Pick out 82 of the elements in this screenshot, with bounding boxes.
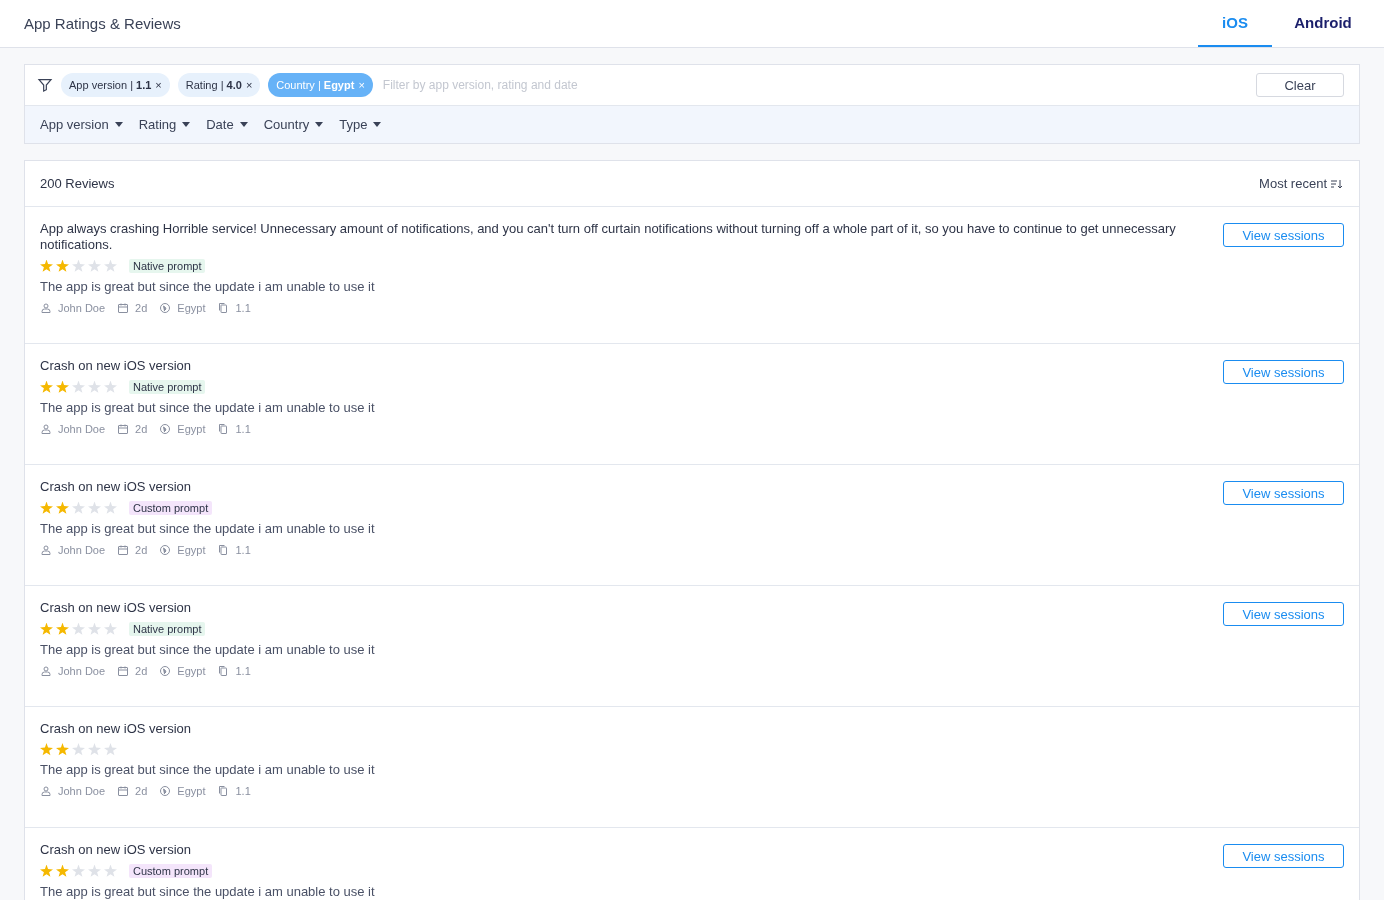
country-name: Egypt	[177, 544, 206, 556]
user-icon	[40, 544, 52, 556]
app-version: 1.1	[235, 544, 251, 556]
filter-dropdown[interactable]: Type	[339, 117, 382, 132]
caret-icon	[315, 122, 324, 127]
view-sessions-button[interactable]: View sessions	[1223, 602, 1344, 626]
user-icon	[40, 302, 52, 314]
review-title: Crash on new iOS version	[40, 842, 192, 858]
platform-tab[interactable]: iOS	[1198, 0, 1272, 47]
country-name: Egypt	[177, 785, 206, 797]
review-title: Crash on new iOS version	[40, 600, 192, 616]
review-text: The app is great but since the update i am unable to use it	[40, 279, 376, 294]
review-title: Crash on new iOS version	[40, 479, 192, 495]
filter-chip[interactable]: Rating | 4.0 ×	[177, 73, 261, 97]
filter-dropdown[interactable]: Rating	[138, 117, 191, 132]
prompt-tag: Native prompt	[129, 622, 206, 636]
caret-icon	[239, 122, 248, 127]
remove-filter-button[interactable]: ×	[155, 79, 162, 91]
review-text: The app is great but since the update i am unable to use it	[40, 521, 376, 536]
author-name: John Doe	[58, 785, 106, 797]
clear-button[interactable]: Clear	[1256, 73, 1344, 97]
calendar-icon	[117, 302, 130, 314]
author-name: John Doe	[58, 544, 106, 556]
copy-icon	[217, 665, 230, 677]
review-age: 2d	[135, 544, 148, 556]
review-text: The app is great but since the update i am unable to use it	[40, 762, 376, 777]
author-name: John Doe	[58, 665, 106, 677]
country-name: Egypt	[177, 302, 206, 314]
app-version: 1.1	[235, 665, 251, 677]
review-age: 2d	[135, 423, 148, 435]
review-title: Crash on new iOS version	[40, 721, 192, 737]
calendar-icon	[117, 544, 130, 556]
copy-icon	[217, 544, 230, 556]
filter-chip[interactable]: App version | 1.1 ×	[61, 73, 170, 97]
chip-label: Rating | 4.0	[185, 79, 242, 91]
filter-dropdown[interactable]: Country	[263, 117, 324, 132]
remove-filter-button[interactable]: ×	[245, 79, 253, 91]
view-sessions-button[interactable]: View sessions	[1223, 360, 1344, 384]
country-name: Egypt	[177, 423, 206, 435]
chip-label: Country | Egypt	[276, 79, 355, 91]
chip-label: App version | 1.1	[69, 79, 152, 91]
app-version: 1.1	[235, 785, 251, 797]
page-title: App Ratings & Reviews	[24, 15, 181, 32]
filter-icon	[37, 77, 53, 93]
country-name: Egypt	[177, 665, 206, 677]
prompt-tag: Native prompt	[129, 380, 206, 394]
caret-icon	[373, 122, 382, 127]
calendar-icon	[117, 665, 130, 677]
platform-tab[interactable]: Android	[1286, 0, 1360, 47]
view-sessions-button[interactable]: View sessions	[1223, 481, 1344, 505]
sort-icon	[1331, 178, 1343, 189]
copy-icon	[217, 785, 230, 797]
prompt-tag: Custom prompt	[129, 864, 213, 878]
app-version: 1.1	[235, 423, 251, 435]
app-version: 1.1	[235, 302, 251, 314]
calendar-icon	[117, 785, 130, 797]
caret-icon	[182, 122, 191, 127]
user-icon	[40, 423, 52, 435]
review-age: 2d	[135, 785, 148, 797]
view-sessions-button[interactable]: View sessions	[1223, 223, 1344, 247]
prompt-tag: Native prompt	[129, 259, 206, 273]
caret-icon	[114, 122, 123, 127]
author-name: John Doe	[58, 302, 106, 314]
review-text: The app is great but since the update i am unable to use it	[40, 642, 376, 657]
review-count: 200 Reviews	[40, 176, 115, 191]
copy-icon	[217, 423, 230, 435]
filter-dropdown[interactable]: Date	[206, 117, 248, 132]
sort-dropdown[interactable]: Most recent	[1259, 176, 1343, 191]
prompt-tag: Custom prompt	[129, 501, 213, 515]
filter-dropdown[interactable]: App version	[40, 117, 123, 132]
review-text: The app is great but since the update i am unable to use it	[40, 884, 376, 899]
review-age: 2d	[135, 665, 148, 677]
user-icon	[40, 665, 52, 677]
review-age: 2d	[135, 302, 148, 314]
review-title: App always crashing Horrible service! Unnecessary amount of notifications, and you can't turn off curtain notifications without turning off a whole part of it, so you have to continue to get unnecessary notifications.	[40, 221, 1177, 253]
review-title: Crash on new iOS version	[40, 358, 192, 374]
user-icon	[40, 785, 52, 797]
view-sessions-button[interactable]: View sessions	[1223, 844, 1344, 868]
calendar-icon	[117, 423, 130, 435]
author-name: John Doe	[58, 423, 106, 435]
copy-icon	[217, 302, 230, 314]
review-text: The app is great but since the update i am unable to use it	[40, 400, 376, 415]
